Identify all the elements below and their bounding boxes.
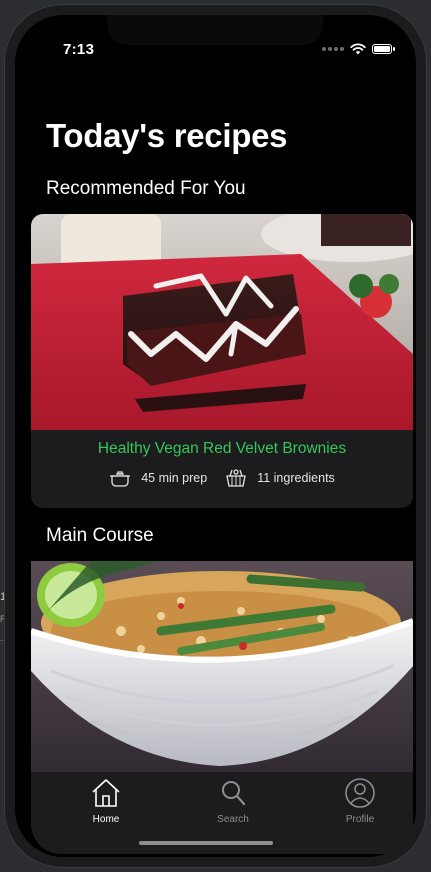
- recipe-meta: 45 min prep 11 ingredients: [31, 468, 413, 488]
- status-time: 7:13: [63, 41, 95, 58]
- home-indicator[interactable]: [139, 841, 273, 845]
- home-icon: [92, 779, 120, 807]
- prep-time: 45 min prep: [109, 469, 207, 487]
- cellular-signal-icon: [322, 47, 344, 51]
- cooking-pot-icon: [110, 471, 131, 487]
- recipe-image-main-course[interactable]: [31, 561, 413, 791]
- profile-icon: [345, 778, 375, 808]
- battery-icon: [372, 44, 395, 54]
- ingredient-count: 11 ingredients: [225, 468, 335, 488]
- section-title-main-course: Main Course: [46, 525, 154, 546]
- page-title: Today's recipes: [46, 117, 288, 154]
- recipe-image-brownies: [31, 214, 413, 430]
- tab-home[interactable]: Home: [66, 778, 146, 825]
- status-bar: 7:13: [15, 41, 416, 61]
- ingredient-count-label: 11 ingredients: [257, 471, 335, 485]
- section-title-recommended: Recommended For You: [46, 178, 246, 199]
- wifi-icon: [350, 43, 366, 55]
- prep-time-label: 45 min prep: [141, 471, 208, 485]
- grocery-basket-icon: [226, 469, 246, 487]
- tab-home-label: Home: [92, 814, 120, 825]
- tab-profile-label: Profile: [345, 814, 375, 825]
- phone-frame: 7:13 Today's recipes Recommended For You: [4, 4, 427, 868]
- status-icons: [322, 43, 395, 55]
- recipe-title[interactable]: Healthy Vegan Red Velvet Brownies: [31, 440, 413, 458]
- phone-screen: 7:13 Today's recipes Recommended For You: [15, 15, 416, 857]
- recipe-card-recommended[interactable]: Healthy Vegan Red Velvet Brownies 45 min…: [31, 214, 413, 508]
- tab-profile[interactable]: Profile: [320, 778, 400, 825]
- tab-search-label: Search: [217, 814, 249, 825]
- tab-search[interactable]: Search: [193, 778, 273, 825]
- search-icon: [222, 781, 246, 806]
